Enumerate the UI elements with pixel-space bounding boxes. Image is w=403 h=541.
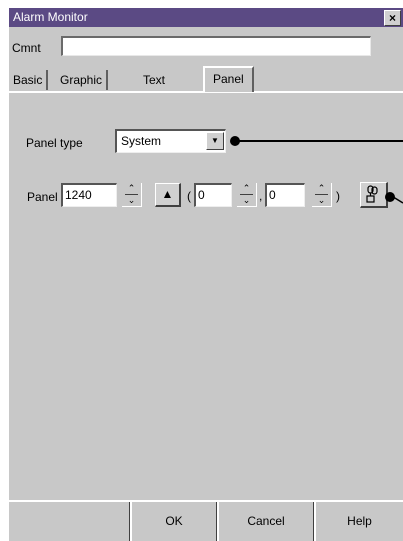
tab-text[interactable]: Text [139,70,169,90]
help-button[interactable]: Help [314,502,403,541]
panel-y-spinner[interactable]: ⌃ ⌄ [312,183,332,207]
panel-x-input[interactable]: 0 [194,183,232,207]
tab-basic[interactable]: Basic [9,70,49,90]
button-bar-spacer [9,502,130,541]
comment-label: Cmnt [12,41,41,55]
tab-graphic[interactable]: Graphic [56,70,109,90]
close-button[interactable]: × [384,10,401,26]
down-arrow-icon[interactable]: ▼ [206,132,224,150]
panel-type-label: Panel type [26,136,83,150]
callout-dot [230,136,240,146]
panel-number-spinner[interactable]: ⌃ ⌄ [122,183,142,207]
spin-down-icon[interactable]: ⌄ [237,195,256,206]
spin-up-icon[interactable]: ⌃ [237,183,256,194]
panel-y-value: 0 [269,188,276,202]
panel-type-select[interactable]: System ▼ [115,129,226,153]
panel-y-input[interactable]: 0 [265,183,305,207]
link-button[interactable] [360,182,388,208]
spin-down-icon[interactable]: ⌄ [122,195,141,206]
panel-label: Panel [27,190,58,204]
panel-number-input[interactable]: 1240 [61,183,117,207]
window-title: Alarm Monitor [13,10,88,24]
panel-x-spinner[interactable]: ⌃ ⌄ [237,183,257,207]
title-bar[interactable]: Alarm Monitor × [9,8,403,27]
spin-up-icon[interactable]: ⌃ [312,183,331,194]
spin-up-icon[interactable]: ⌃ [122,183,141,194]
ok-button[interactable]: OK [130,502,217,541]
comma-separator: , [259,189,263,203]
cancel-button[interactable]: Cancel [217,502,314,541]
link-icon [366,185,378,203]
callout-line [390,194,403,204]
comment-input[interactable] [61,36,371,56]
alarm-monitor-dialog: Alarm Monitor × Cmnt Basic Graphic Text … [9,8,403,541]
open-paren: ( [187,189,191,203]
tab-panel[interactable]: Panel [203,66,254,92]
callout-line [239,140,403,142]
panel-number-value: 1240 [65,188,92,202]
panel-type-value: System [121,134,162,148]
close-paren: ) [336,189,340,203]
panel-x-value: 0 [198,188,205,202]
spin-down-icon[interactable]: ⌄ [312,195,331,206]
eject-button[interactable]: ▲ [155,183,181,207]
